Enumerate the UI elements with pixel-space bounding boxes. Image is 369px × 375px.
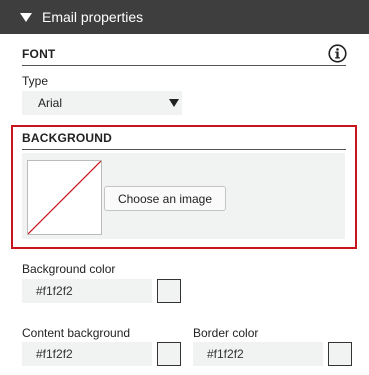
border-color-label: Border color: [193, 326, 259, 340]
info-icon[interactable]: [328, 44, 347, 63]
background-color-input[interactable]: #f1f2f2: [22, 279, 152, 303]
background-image-thumbnail[interactable]: [27, 160, 102, 235]
border-color-swatch[interactable]: [328, 342, 352, 366]
email-properties-header[interactable]: Email properties: [0, 0, 369, 34]
content-background-swatch[interactable]: [157, 342, 181, 366]
background-section-title: BACKGROUND: [22, 131, 112, 145]
background-color-label: Background color: [22, 262, 116, 276]
font-type-select[interactable]: Arial: [22, 91, 182, 115]
collapse-triangle-icon[interactable]: [20, 12, 32, 22]
choose-image-button[interactable]: Choose an image: [104, 186, 226, 211]
border-color-input[interactable]: #f1f2f2: [193, 342, 323, 366]
font-type-value: Arial: [38, 96, 63, 110]
content-background-label: Content background: [22, 326, 131, 340]
dropdown-arrow-icon: [169, 99, 179, 107]
font-section-title: FONT: [22, 47, 56, 61]
type-label: Type: [22, 74, 49, 88]
content-background-input[interactable]: #f1f2f2: [22, 342, 152, 366]
no-image-icon: [28, 161, 101, 234]
font-divider: [22, 65, 346, 66]
panel-title: Email properties: [42, 9, 144, 25]
background-divider: [22, 149, 346, 150]
background-color-swatch[interactable]: [157, 279, 181, 303]
